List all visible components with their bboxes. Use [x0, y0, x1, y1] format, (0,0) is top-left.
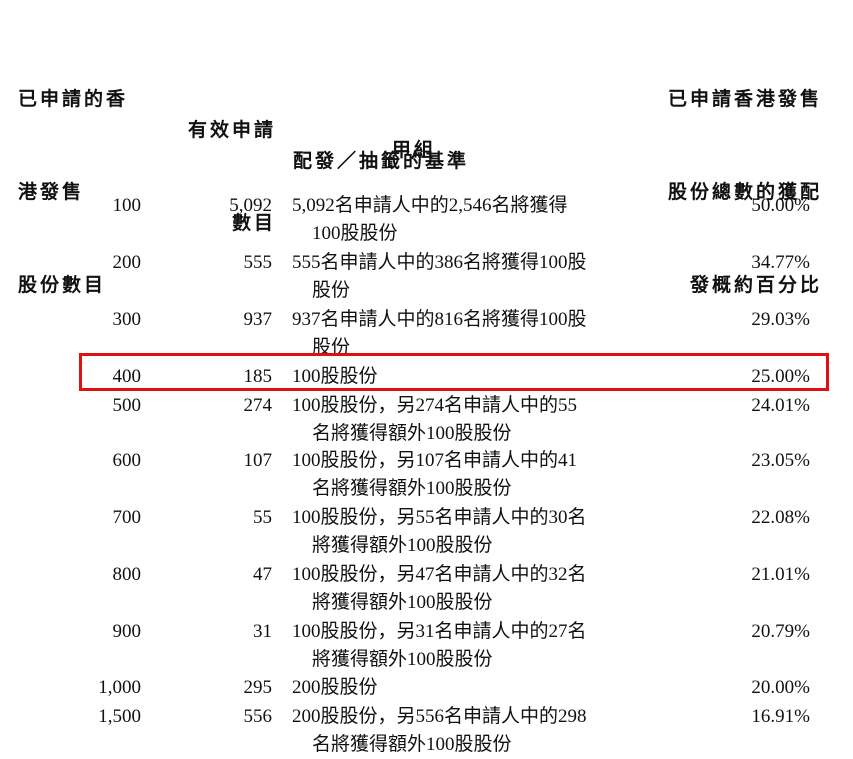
applications-cell: 31 [253, 621, 272, 642]
applications-cell: 274 [243, 395, 273, 416]
applications-cell: 107 [243, 450, 273, 471]
basis-line: 555名申請人中的386名將獲得100股 [292, 252, 587, 273]
applications-cell: 937 [243, 309, 273, 330]
basis-line: 名將獲得額外100股股份 [312, 423, 512, 444]
basis-line: 股份 [312, 280, 351, 301]
basis-line: 100股股份 [312, 223, 398, 244]
header-line: 配發／抽籤的基準 [293, 150, 470, 172]
header-applied-shares: 已申請的香 港發售 股份數目 [18, 22, 128, 332]
percentage-cell: 16.91% [751, 706, 810, 727]
shares-cell: 200 [112, 252, 142, 273]
shares-cell: 1,000 [98, 677, 141, 698]
basis-line: 將獲得額外100股股份 [312, 649, 493, 670]
highlight-box [79, 353, 829, 391]
percentage-cell: 20.79% [751, 621, 810, 642]
applications-cell: 555 [243, 252, 273, 273]
percentage-cell: 20.00% [751, 677, 810, 698]
applications-cell: 295 [243, 677, 273, 698]
percentage-cell: 34.77% [751, 252, 810, 273]
shares-cell: 600 [112, 450, 142, 471]
basis-line: 100股股份，另55名申請人中的30名 [292, 507, 587, 528]
basis-line: 100股股份，另107名申請人中的41 [292, 450, 578, 471]
basis-line: 將獲得額外100股股份 [312, 535, 493, 556]
group-title: 甲組 [392, 139, 437, 161]
applications-cell: 5,092 [229, 195, 272, 216]
shares-cell: 500 [112, 395, 142, 416]
shares-cell: 100 [112, 195, 142, 216]
shares-cell: 700 [112, 507, 142, 528]
basis-line: 名將獲得額外100股股份 [312, 734, 512, 755]
shares-cell: 800 [112, 564, 142, 585]
percentage-cell: 29.03% [751, 309, 810, 330]
basis-line: 200股股份，另556名申請人中的298 [292, 706, 587, 727]
percentage-cell: 21.01% [751, 564, 810, 585]
percentage-cell: 24.01% [751, 395, 810, 416]
header-allotment-basis: 配發／抽籤的基準 [293, 84, 469, 208]
header-line: 已申請香港發售 [667, 88, 822, 110]
shares-cell: 1,500 [98, 706, 141, 727]
percentage-cell: 50.00% [751, 195, 810, 216]
basis-line: 名將獲得額外100股股份 [312, 478, 512, 499]
applications-cell: 55 [253, 507, 272, 528]
shares-cell: 900 [112, 621, 142, 642]
basis-line: 937名申請人中的816名將獲得100股 [292, 309, 587, 330]
basis-line: 100股股份，另274名申請人中的55 [292, 395, 578, 416]
basis-line: 將獲得額外100股股份 [312, 592, 493, 613]
header-line: 有效申請 [187, 119, 276, 141]
basis-line: 5,092名申請人中的2,546名將獲得 [292, 195, 568, 216]
header-valid-applications: 有效申請 數目 [160, 53, 276, 270]
percentage-cell: 22.08% [751, 507, 810, 528]
percentage-cell: 23.05% [751, 450, 810, 471]
shares-cell: 300 [112, 309, 142, 330]
basis-line: 100股股份，另31名申請人中的27名 [292, 621, 587, 642]
applications-cell: 556 [243, 706, 273, 727]
basis-line: 100股股份，另47名申請人中的32名 [292, 564, 587, 585]
basis-line: 200股股份 [292, 677, 378, 698]
header-line: 已申請的香 [18, 88, 129, 110]
applications-cell: 47 [253, 564, 272, 585]
